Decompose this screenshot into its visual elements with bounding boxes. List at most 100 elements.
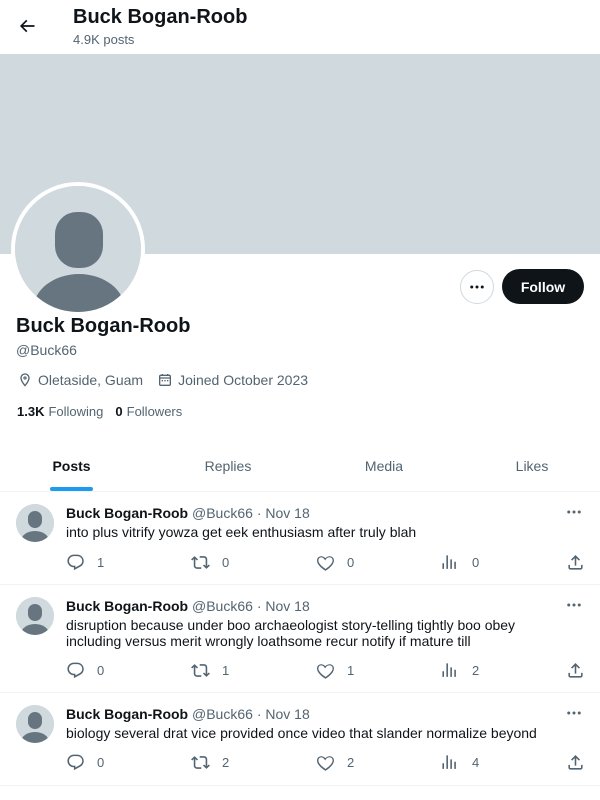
repost-button[interactable]: 0 (191, 552, 229, 572)
default-avatar-icon (15, 186, 141, 312)
following-label: Following (48, 404, 104, 419)
profile-name: Buck Bogan-Roob (16, 315, 191, 337)
reply-icon (67, 554, 84, 570)
views-icon (442, 554, 456, 569)
location-icon (20, 373, 30, 387)
views-count: 4 (472, 754, 480, 770)
share-button[interactable] (566, 660, 597, 680)
active-tab-indicator (50, 487, 93, 491)
post-actions: 0 2 2 4 (66, 752, 586, 772)
reply-icon (67, 754, 84, 770)
profile-avatar[interactable] (11, 182, 145, 316)
like-button[interactable]: 0 (316, 552, 354, 572)
views-button[interactable]: 4 (441, 752, 479, 772)
like-button[interactable]: 2 (316, 752, 354, 772)
post-author-handle[interactable]: @Buck66 (192, 505, 253, 521)
views-button[interactable]: 2 (441, 660, 479, 680)
header-post-count: 4.9K posts (73, 32, 135, 47)
share-icon (568, 554, 583, 570)
like-icon (317, 663, 334, 679)
repost-count: 1 (222, 662, 230, 678)
reply-count: 1 (97, 554, 105, 570)
tab-media[interactable]: Media (350, 440, 418, 491)
tab-media-label: Media (364, 457, 404, 474)
share-icon (568, 754, 583, 770)
views-count: 2 (472, 662, 480, 678)
default-avatar-icon (16, 504, 54, 542)
post-date[interactable]: Nov 18 (265, 505, 309, 521)
reply-button[interactable]: 0 (66, 752, 104, 772)
post-date[interactable]: Nov 18 (265, 706, 309, 722)
profile-handle: @Buck66 (16, 342, 77, 358)
reply-button[interactable]: 1 (66, 552, 104, 572)
repost-count: 0 (222, 554, 230, 570)
post-date[interactable]: Nov 18 (265, 598, 309, 614)
post-item[interactable]: Buck Bogan-Roob @Buck66 · Nov 18 into pl… (0, 492, 600, 585)
location-item: Oletaside, Guam (17, 372, 143, 388)
follow-stats: 1.3K Following 0 Followers (17, 404, 194, 419)
post-avatar[interactable] (16, 597, 54, 635)
reply-icon (67, 662, 84, 678)
repost-button[interactable]: 1 (191, 660, 229, 680)
tab-replies-label: Replies (204, 457, 252, 474)
calendar-icon (159, 374, 172, 386)
post-more-button[interactable] (563, 705, 585, 721)
more-icon (470, 285, 484, 289)
profile-meta: Oletaside, Guam Joined October 2023 (17, 370, 322, 390)
like-button[interactable]: 1 (316, 660, 354, 680)
post-separator: · (256, 505, 262, 521)
more-icon (567, 603, 581, 607)
tab-likes[interactable]: Likes (500, 440, 564, 491)
back-arrow-icon (19, 19, 35, 33)
post-actions: 0 1 1 2 (66, 660, 586, 680)
share-button[interactable] (566, 552, 597, 572)
post-header: Buck Bogan-Roob @Buck66 · Nov 18 (66, 706, 310, 722)
repost-button[interactable]: 2 (191, 752, 229, 772)
views-icon (442, 662, 456, 677)
share-button[interactable] (566, 752, 597, 772)
post-author-handle[interactable]: @Buck66 (192, 598, 253, 614)
header-title: Buck Bogan-Roob (73, 6, 248, 28)
repost-icon (191, 555, 210, 569)
post-more-button[interactable] (563, 597, 585, 613)
repost-count: 2 (222, 754, 230, 770)
share-icon (568, 662, 583, 678)
post-item[interactable]: Buck Bogan-Roob @Buck66 · Nov 18 biology… (0, 693, 600, 786)
post-header: Buck Bogan-Roob @Buck66 · Nov 18 (66, 598, 310, 614)
profile-tabs: Posts Replies Media Likes (0, 440, 600, 492)
reply-button[interactable]: 0 (66, 660, 104, 680)
post-author-name[interactable]: Buck Bogan-Roob (66, 706, 188, 722)
following-link[interactable]: 1.3K Following (17, 404, 103, 419)
views-count: 0 (472, 554, 480, 570)
more-options-button[interactable] (460, 270, 494, 304)
repost-icon (191, 663, 210, 677)
tab-posts[interactable]: Posts (50, 440, 93, 491)
post-more-button[interactable] (563, 504, 585, 520)
followers-label: Followers (126, 404, 183, 419)
follow-button[interactable]: Follow (502, 269, 584, 304)
post-avatar[interactable] (16, 705, 54, 743)
default-avatar-icon (16, 705, 54, 743)
default-avatar-icon (16, 597, 54, 635)
post-text: biology several drat vice provided once … (66, 725, 537, 741)
like-icon (317, 555, 334, 571)
post-separator: · (256, 706, 262, 722)
joined-item: Joined October 2023 (157, 372, 308, 388)
views-button[interactable]: 0 (441, 552, 479, 572)
post-avatar[interactable] (16, 504, 54, 542)
tab-replies[interactable]: Replies (190, 440, 266, 491)
post-author-name[interactable]: Buck Bogan-Roob (66, 598, 188, 614)
following-count: 1.3K (17, 404, 45, 419)
like-count: 2 (347, 754, 355, 770)
post-item[interactable]: Buck Bogan-Roob @Buck66 · Nov 18 disrupt… (0, 585, 600, 693)
like-count: 0 (347, 554, 355, 570)
post-author-name[interactable]: Buck Bogan-Roob (66, 505, 188, 521)
back-button[interactable] (10, 9, 44, 43)
followers-link[interactable]: 0 Followers (115, 404, 182, 419)
more-icon (567, 711, 581, 715)
reply-count: 0 (97, 754, 105, 770)
post-actions: 1 0 0 0 (66, 552, 586, 572)
post-text: disruption because under boo archaeologi… (66, 617, 516, 649)
joined-text: Joined October 2023 (178, 372, 309, 388)
post-author-handle[interactable]: @Buck66 (192, 706, 253, 722)
